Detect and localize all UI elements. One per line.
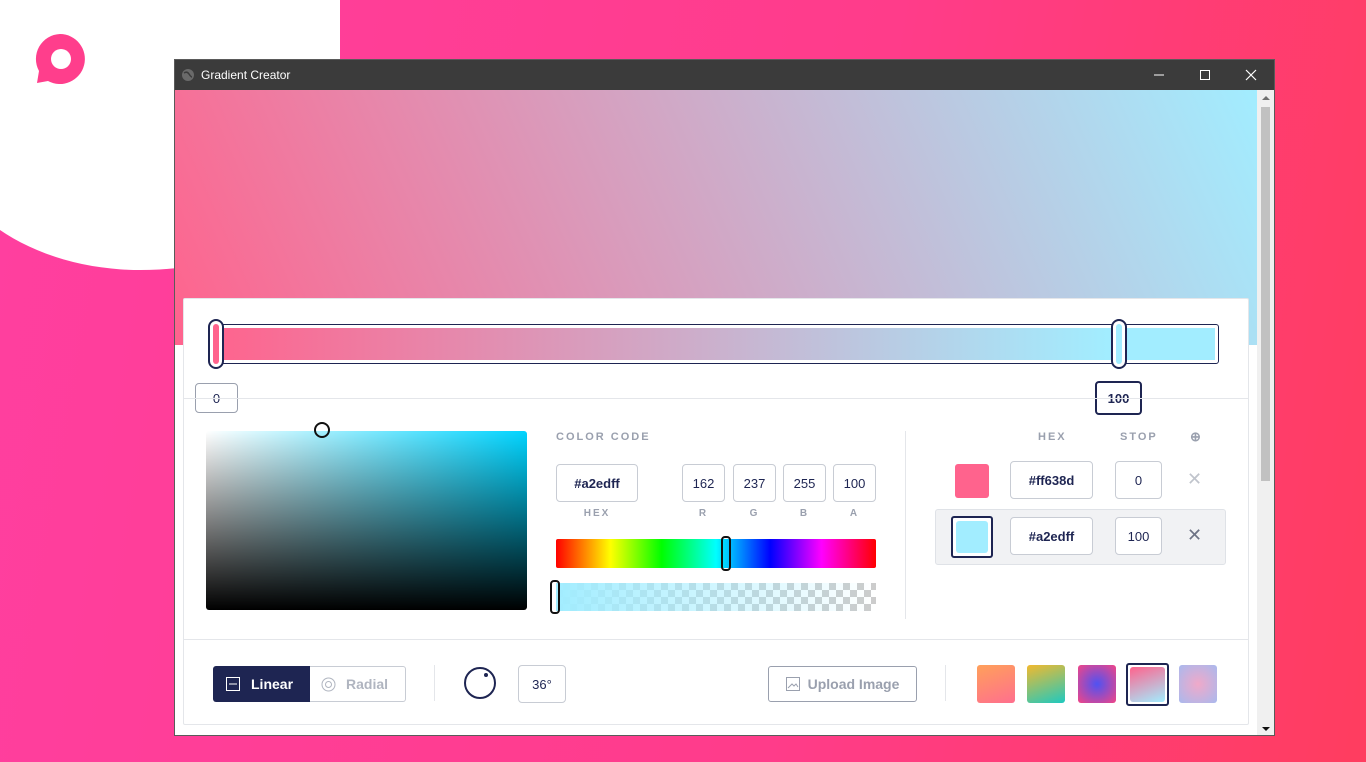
radial-button[interactable]: Radial (310, 666, 406, 702)
preset-swatch-5[interactable] (1179, 665, 1217, 703)
stop-handle-100[interactable] (1111, 319, 1127, 369)
minimize-button[interactable] (1136, 60, 1182, 90)
globe-icon (182, 69, 194, 81)
saturation-value-picker[interactable] (206, 431, 527, 610)
hex-label: HEX (583, 508, 611, 519)
upload-image-button[interactable]: Upload Image (768, 666, 917, 702)
toolbar-separator (434, 665, 435, 701)
preset-swatch-2[interactable] (1027, 665, 1065, 703)
window-title: Gradient Creator (201, 68, 291, 82)
scrollbar-thumb[interactable] (1261, 107, 1270, 481)
image-icon (785, 677, 800, 691)
hue-slider[interactable] (556, 539, 876, 568)
maximize-button[interactable] (1182, 60, 1228, 90)
color-code-heading: COLOR CODE (556, 431, 651, 443)
hue-slider-knob[interactable] (720, 536, 731, 571)
delete-stop-icon-1[interactable]: ✕ (1187, 525, 1202, 546)
green-input[interactable]: 237 (733, 464, 776, 502)
divider (184, 398, 1248, 399)
scroll-down-arrow-icon[interactable] (1257, 721, 1274, 735)
alpha-input[interactable]: 100 (833, 464, 876, 502)
upload-image-label: Upload Image (807, 676, 900, 692)
app-logo-icon (35, 34, 85, 84)
close-icon (1245, 69, 1257, 81)
content-area: 0 100 COLOR CODE #a2edff 162 237 255 100… (175, 90, 1258, 735)
minimize-icon (1154, 74, 1164, 76)
radial-icon (321, 677, 336, 691)
stops-hex-header: HEX (1038, 431, 1067, 443)
title-bar: Gradient Creator (175, 60, 1274, 90)
red-input[interactable]: 162 (682, 464, 725, 502)
g-label: G (749, 508, 760, 519)
vertical-scrollbar[interactable] (1257, 90, 1274, 735)
blue-input[interactable]: 255 (783, 464, 826, 502)
close-button[interactable] (1228, 60, 1274, 90)
alpha-slider-knob[interactable] (550, 580, 560, 614)
delete-stop-icon-0[interactable]: ✕ (1187, 469, 1202, 490)
r-label: R (698, 508, 709, 519)
stop-swatch-1[interactable] (951, 516, 993, 558)
stops-stop-header: STOP (1120, 431, 1158, 443)
vertical-divider (905, 431, 906, 619)
preset-swatch-4[interactable] (1126, 663, 1169, 706)
stop-handle-0[interactable] (208, 319, 224, 369)
hex-input[interactable]: #a2edff (556, 464, 638, 502)
add-stop-icon[interactable]: ⊕ (1190, 429, 1201, 445)
toolbar-separator (945, 665, 946, 701)
stop-value-input-0[interactable]: 0 (1115, 461, 1162, 499)
scroll-up-arrow-icon[interactable] (1257, 90, 1274, 106)
angle-dial[interactable] (464, 667, 496, 699)
divider (184, 639, 1248, 640)
b-label: B (799, 508, 810, 519)
stop-swatch-0[interactable] (955, 464, 989, 498)
preset-swatch-1[interactable] (977, 665, 1015, 703)
maximize-icon (1200, 70, 1210, 80)
a-label: A (849, 508, 860, 519)
linear-label: Linear (251, 676, 294, 692)
preset-swatch-3[interactable] (1078, 665, 1116, 703)
radial-label: Radial (346, 676, 389, 692)
stop-hex-input-1[interactable]: #a2edff (1010, 517, 1093, 555)
stop-hex-input-0[interactable]: #ff638d (1010, 461, 1093, 499)
linear-icon (226, 677, 240, 691)
app-window: Gradient Creator 0 100 COLOR CODE #a2edf… (174, 59, 1275, 736)
stop-value-input-1[interactable]: 100 (1115, 517, 1162, 555)
linear-button[interactable]: Linear (213, 666, 310, 702)
gradient-stop-track[interactable] (210, 324, 1219, 364)
picker-cursor[interactable] (314, 422, 330, 438)
angle-input[interactable]: 36° (518, 665, 566, 703)
editor-panel: 0 100 COLOR CODE #a2edff 162 237 255 100… (183, 298, 1249, 725)
alpha-slider[interactable] (556, 583, 876, 611)
